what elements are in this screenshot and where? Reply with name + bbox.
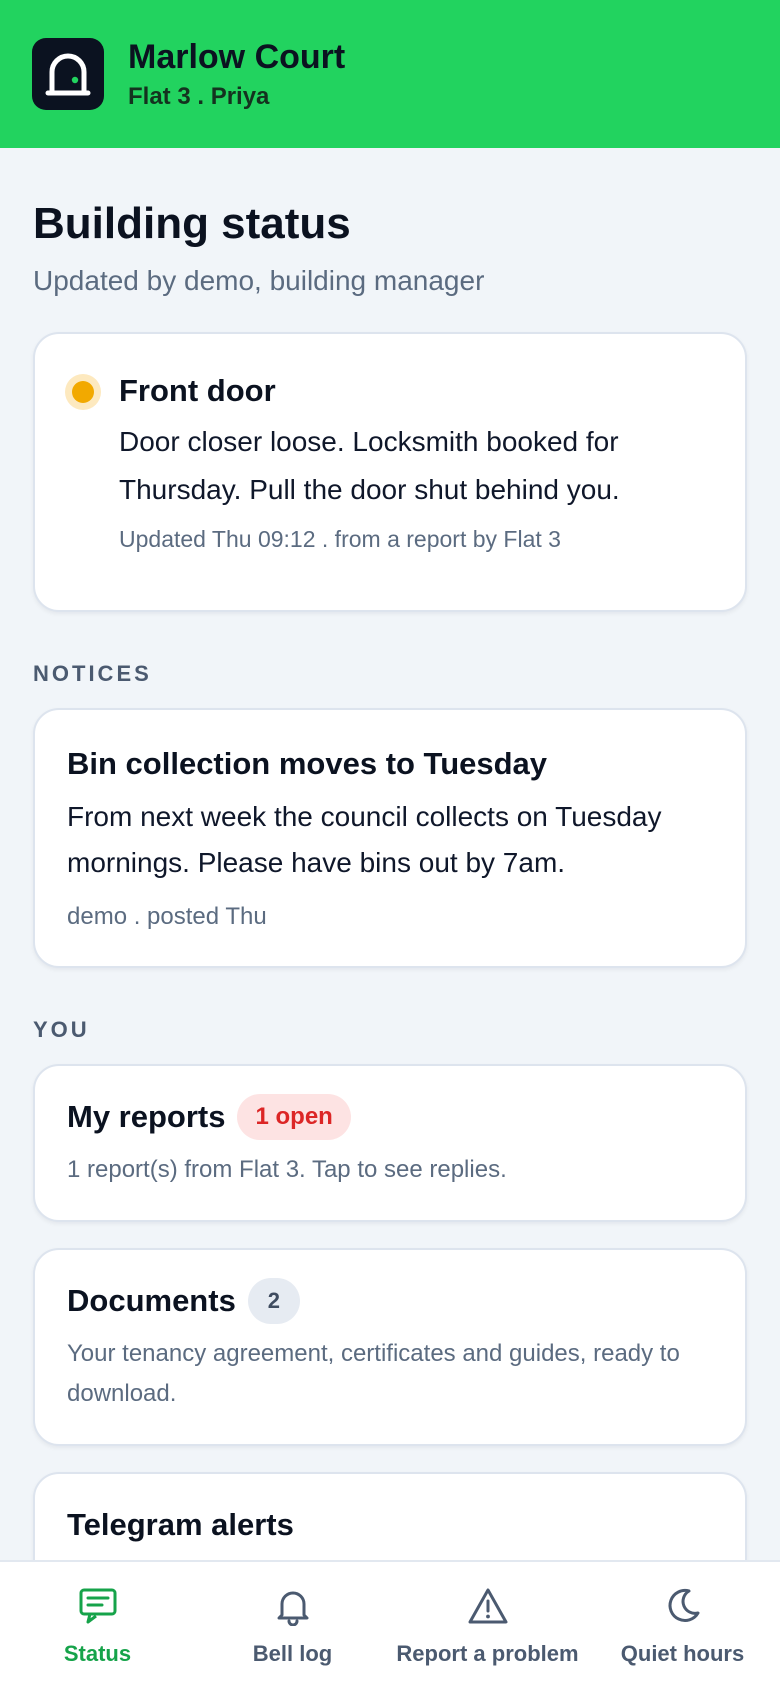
status-meta: Updated Thu 09:12 . from a report by Fla… [119,526,561,552]
documents-card[interactable]: Documents 2 Your tenancy agreement, cert… [33,1248,747,1446]
page-subtitle: Updated by demo, building manager [33,265,485,296]
nav-status[interactable]: Status [0,1562,195,1688]
page-title: Building status [33,199,351,248]
bell-icon [271,1584,315,1628]
app-header: Marlow Court Flat 3 . Priya [0,0,780,148]
main-content[interactable]: Building status Updated by demo, buildin… [0,148,780,1560]
moon-icon [661,1584,705,1628]
warning-triangle-icon [466,1584,510,1628]
door-logo-icon [32,38,104,110]
telegram-alerts-card[interactable]: Telegram alerts [33,1472,747,1560]
nav-report-problem[interactable]: Report a problem [390,1562,585,1688]
bottom-nav: Status Bell log Report a problem Quiet h… [0,1560,780,1688]
nav-status-label: Status [63,1641,132,1666]
notice-title: Bin collection moves to Tuesday [67,746,548,781]
notice-meta: demo . posted Thu [67,903,267,930]
notice-card[interactable]: Bin collection moves to Tuesday From nex… [33,708,747,968]
open-reports-badge: 1 open [237,1094,351,1140]
nav-bell-log[interactable]: Bell log [195,1562,390,1688]
notice-text: From next week the council collects on T… [67,801,662,878]
my-reports-card[interactable]: My reports 1 open 1 report(s) from Flat … [33,1064,747,1222]
message-square-icon [76,1584,120,1628]
telegram-alerts-title: Telegram alerts [67,1507,294,1542]
documents-title: Documents [67,1283,236,1318]
status-title: Front door [119,373,276,408]
you-section-label: YOU [33,1017,90,1042]
nav-quiet-hours[interactable]: Quiet hours [585,1562,780,1688]
status-text: Door closer loose. Locksmith booked for … [119,426,620,505]
my-reports-title: My reports [67,1099,226,1134]
status-indicator-icon [65,374,101,410]
front-door-status-card[interactable]: Front door Door closer loose. Locksmith … [33,332,747,612]
nav-bell-log-label: Bell log [252,1641,333,1666]
notices-section-label: NOTICES [33,661,152,686]
nav-quiet-hours-label: Quiet hours [620,1641,745,1666]
documents-count-badge: 2 [247,1278,300,1324]
app-subtitle: Flat 3 . Priya [128,83,270,110]
app-title: Marlow Court [128,38,346,76]
nav-report-problem-label: Report a problem [396,1641,579,1666]
my-reports-text: 1 report(s) from Flat 3. Tap to see repl… [67,1156,507,1183]
documents-text: Your tenancy agreement, certificates and… [67,1340,680,1407]
